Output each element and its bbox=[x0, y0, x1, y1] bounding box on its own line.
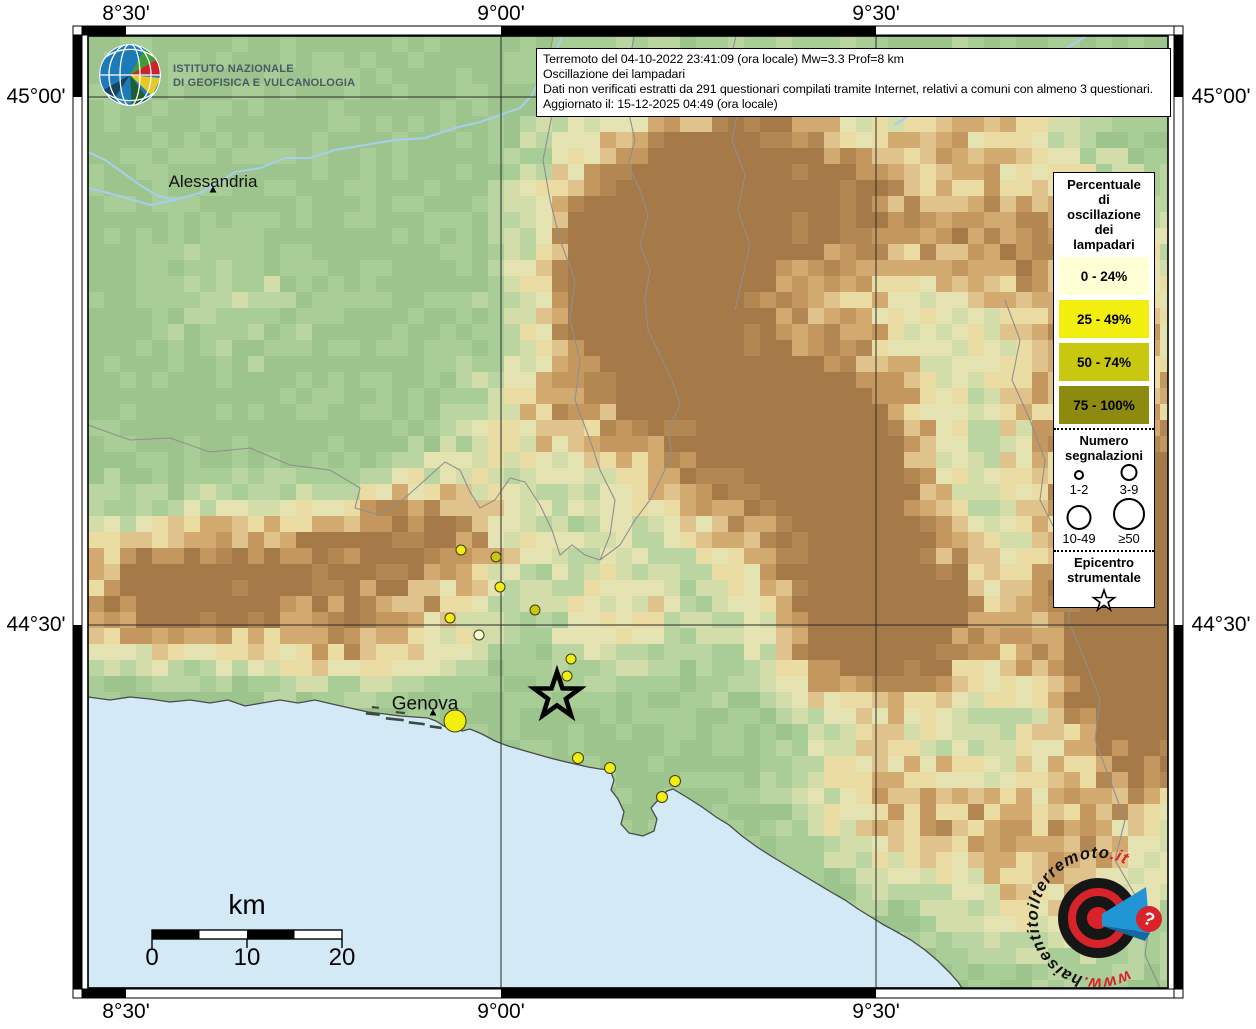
scalebar-title: km bbox=[228, 889, 265, 921]
legend-divider bbox=[1054, 550, 1154, 552]
lat-label-left-4500: 45°00' bbox=[6, 85, 65, 109]
lon-label-top-900: 9°00' bbox=[477, 2, 524, 26]
map-page: AlessandriaGenova www.haisentitoilterrem… bbox=[0, 0, 1256, 1024]
legend-class-swatches: 0 - 24% 25 - 49% 50 - 74% 75 - 100% bbox=[1054, 257, 1154, 424]
report-dot bbox=[670, 776, 681, 787]
ingv-name-line1: ISTITUTO NAZIONALE bbox=[173, 62, 355, 76]
report-dot bbox=[562, 671, 572, 681]
legend-count-symbols: 1-2 3-9 10-49 ≥50 bbox=[1054, 463, 1154, 546]
lat-label-left-4430: 44°30' bbox=[6, 613, 65, 637]
lon-label-top-930: 9°30' bbox=[852, 2, 899, 26]
info-line-updated: Aggiornato il: 15-12-2025 04:49 (ora loc… bbox=[543, 97, 1164, 112]
legend-counts-title: Numero bbox=[1054, 433, 1154, 448]
report-dot bbox=[573, 753, 584, 764]
report-dot bbox=[491, 552, 501, 562]
lat-label-right-4430: 44°30' bbox=[1191, 613, 1250, 637]
count-label: 10-49 bbox=[1062, 531, 1095, 546]
ingv-logo: ISTITUTO NAZIONALE DI GEOFISICA E VULCAN… bbox=[95, 42, 365, 108]
scalebar-tick-0: 0 bbox=[145, 944, 158, 972]
legend-epicenter-title: strumentale bbox=[1054, 570, 1154, 585]
legend-divider bbox=[1054, 428, 1154, 430]
count-label: 3-9 bbox=[1120, 482, 1139, 497]
count-symbol: ≥50 bbox=[1104, 497, 1154, 546]
legend-title-line: Percentuale bbox=[1054, 177, 1154, 192]
legend-epicenter-title: Epicentro bbox=[1054, 555, 1154, 570]
count-label: ≥50 bbox=[1118, 531, 1140, 546]
legend-title-line: oscillazione bbox=[1054, 207, 1154, 222]
count-circle-icon bbox=[1122, 465, 1137, 480]
count-label: 1-2 bbox=[1070, 482, 1089, 497]
info-line-effect: Oscillazione dei lampadari bbox=[543, 67, 1164, 82]
report-dot bbox=[605, 763, 616, 774]
lon-label-bottom-900: 9°00' bbox=[477, 1000, 524, 1024]
count-symbol: 10-49 bbox=[1054, 497, 1104, 546]
legend-counts-title: segnalazioni bbox=[1054, 448, 1154, 463]
legend-class-swatch: 25 - 49% bbox=[1059, 300, 1149, 338]
legend-title-line: dei bbox=[1054, 222, 1154, 237]
lon-label-bottom-930: 9°30' bbox=[852, 1000, 899, 1024]
report-dot bbox=[445, 613, 455, 623]
legend-panel: Percentuale di oscillazione dei lampadar… bbox=[1053, 172, 1155, 608]
scalebar-tick-10: 10 bbox=[234, 944, 261, 972]
legend-class-swatch: 75 - 100% bbox=[1059, 386, 1149, 424]
report-dot bbox=[474, 630, 484, 640]
report-dot bbox=[566, 654, 576, 664]
legend-star-icon bbox=[1054, 587, 1154, 620]
earthquake-info-box: Terremoto del 04-10-2022 23:41:09 (ora l… bbox=[536, 48, 1171, 117]
legend-title-line: di bbox=[1054, 192, 1154, 207]
ingv-name-line2: DI GEOFISICA E VULCANOLOGIA bbox=[173, 76, 355, 90]
count-symbol: 3-9 bbox=[1104, 463, 1154, 497]
scalebar-tick-20: 20 bbox=[329, 944, 356, 972]
count-symbol: 1-2 bbox=[1054, 463, 1104, 497]
info-line-title: Terremoto del 04-10-2022 23:41:09 (ora l… bbox=[543, 52, 1164, 67]
lon-label-bottom-830: 8°30' bbox=[102, 1000, 149, 1024]
lat-label-right-4500: 45°00' bbox=[1191, 85, 1250, 109]
report-dot bbox=[456, 545, 466, 555]
count-circle-icon bbox=[1114, 499, 1144, 529]
count-circle-icon bbox=[1075, 471, 1083, 479]
legend-class-swatch: 0 - 24% bbox=[1059, 257, 1149, 295]
count-circle-icon bbox=[1068, 506, 1091, 529]
city-label: Alessandria bbox=[169, 172, 258, 191]
lon-label-top-830: 8°30' bbox=[102, 2, 149, 26]
report-dot bbox=[530, 605, 540, 615]
legend-class-swatch: 50 - 74% bbox=[1059, 343, 1149, 381]
info-line-source: Dati non verificati estratti da 291 ques… bbox=[543, 82, 1164, 97]
report-dot bbox=[657, 792, 668, 803]
legend-title-line: lampadari bbox=[1054, 237, 1154, 252]
report-dot bbox=[495, 582, 505, 592]
city-label: Genova bbox=[392, 694, 459, 715]
